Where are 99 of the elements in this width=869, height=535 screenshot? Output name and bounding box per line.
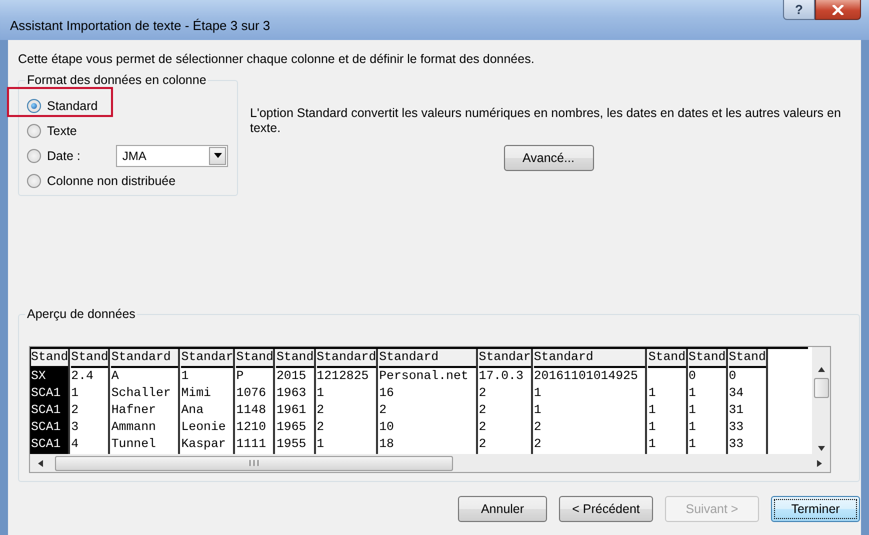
table-cell: 33 (728, 420, 744, 434)
table-cell: 1 (648, 437, 656, 451)
table-cell: 1965 (276, 420, 306, 434)
table-cell: 2 (478, 437, 486, 451)
table-cell: 2 (316, 403, 324, 417)
table-cell: 1 (534, 386, 542, 400)
table-cell: Personal.net (379, 369, 468, 383)
table-cell: Leonie (181, 420, 226, 434)
option-label[interactable]: Colonne non distribuée (47, 174, 176, 188)
caret-icon (214, 153, 222, 158)
table-cell: 34 (728, 386, 744, 400)
table-cell: 1 (316, 386, 324, 400)
table-cell: 1 (688, 420, 696, 434)
table-cell: 2.4 (71, 369, 94, 383)
table-cell: 33 (728, 437, 744, 451)
dialog-button[interactable]: < Précédent (559, 496, 653, 522)
table-cell: 1212825 (316, 369, 369, 383)
grip-icon (249, 460, 259, 466)
table-cell: 2 (534, 420, 542, 434)
table-cell: 1 (688, 403, 696, 417)
table-cell: 1210 (236, 420, 266, 434)
table-cell: 2015 (276, 369, 306, 383)
table-cell: Hafner (111, 403, 156, 417)
table-cell: 2 (71, 403, 79, 417)
table-cell: 31 (728, 403, 744, 417)
preview-column[interactable]: Stand 0 34 31 33 33 (728, 349, 768, 454)
table-cell: SCA1 (31, 386, 61, 400)
vertical-scrollbar[interactable] (812, 347, 830, 454)
table-cell: SCA1 (31, 437, 61, 451)
table-cell: P (236, 369, 244, 383)
option-label[interactable]: Date : (47, 148, 80, 162)
table-cell: 2 (316, 420, 324, 434)
help-button[interactable]: ? (783, 0, 815, 20)
table-cell: 1955 (276, 437, 306, 451)
radio-button[interactable] (27, 174, 41, 188)
table-cell: 10 (379, 420, 394, 434)
table-cell: SCA1 (31, 420, 61, 434)
table-cell: 1 (648, 420, 656, 434)
table-cell: Tunnel (111, 437, 156, 451)
close-button[interactable] (815, 0, 861, 20)
table-cell: 16 (379, 386, 394, 400)
table-cell: 1 (688, 386, 696, 400)
dialog-button[interactable]: Terminer (771, 496, 860, 522)
table-cell: 2 (478, 420, 486, 434)
dialog-button[interactable]: Annuler (458, 496, 547, 522)
table-cell: 1961 (276, 403, 306, 417)
dropdown-button[interactable] (209, 146, 226, 164)
table-cell: A (111, 369, 119, 383)
table-cell: 2 (478, 403, 486, 417)
table-cell: 1963 (276, 386, 306, 400)
table-cell: SX (31, 369, 46, 383)
table-cell: Mimi (181, 386, 211, 400)
description-text: L'option Standard convertit les valeurs numériques en nombres, les dates en dates et les autres valeurs en texte. (250, 106, 842, 136)
table-cell: 17.0.3 (478, 369, 524, 383)
table-cell: Kaspar (181, 437, 226, 451)
preview-column[interactable]: Stand SX SCA1 SCA1 SCA1 SCA1 (30, 349, 70, 454)
dropdown-value: JMA (121, 148, 148, 162)
table-cell: 1 (534, 403, 542, 417)
radio-button[interactable] (27, 148, 41, 162)
table-cell: Ammann (111, 420, 156, 434)
scroll-left-icon[interactable] (38, 460, 43, 466)
table-cell: 1 (688, 437, 696, 451)
table-cell: 2 (379, 403, 387, 417)
scroll-thumb[interactable] (814, 378, 828, 398)
window-title: Assistant Importation de texte - Étape 3 sur 3 (10, 18, 270, 32)
table-cell: 4 (71, 437, 79, 451)
table-cell: SCA1 (31, 403, 61, 417)
table-cell: 1 (648, 403, 656, 417)
table-cell: 1 (316, 437, 324, 451)
radio-button[interactable] (27, 124, 41, 138)
table-cell: 2 (478, 386, 486, 400)
table-cell: 0 (728, 369, 736, 383)
table-cell: 2 (534, 437, 542, 451)
table-cell: 18 (379, 437, 394, 451)
table-cell: Schaller (111, 386, 171, 400)
option-label[interactable]: Texte (47, 124, 77, 138)
table-cell: Ana (181, 403, 204, 417)
table-cell: 1148 (236, 403, 266, 417)
table-cell: 1076 (236, 386, 266, 400)
table-cell: 1 (181, 369, 189, 383)
radio-button[interactable] (27, 98, 41, 112)
advanced-button[interactable]: Avancé... (504, 145, 594, 171)
intro-text: Cette étape vous permet de sélectionner chaque colonne et de définir le format des données. (18, 52, 536, 68)
horizontal-scrollbar[interactable] (30, 454, 830, 472)
date-format-dropdown[interactable]: JMA (116, 144, 228, 166)
scroll-thumb[interactable] (55, 456, 453, 470)
option-label[interactable]: Standard (47, 98, 98, 112)
scroll-down-icon[interactable] (818, 446, 824, 451)
group-title: Format des données en colonne (25, 73, 208, 87)
table-cell: 1111 (236, 437, 266, 451)
scroll-up-icon[interactable] (818, 367, 824, 372)
table-cell: 3 (71, 420, 79, 434)
scroll-right-icon[interactable] (817, 460, 822, 466)
table-cell: 20161101014925 (534, 369, 638, 383)
table-cell: 1 (71, 386, 79, 400)
table-cell: 0 (688, 369, 696, 383)
group-title: Aperçu de données (25, 307, 138, 321)
close-icon (832, 4, 844, 14)
table-cell: 1 (648, 386, 656, 400)
